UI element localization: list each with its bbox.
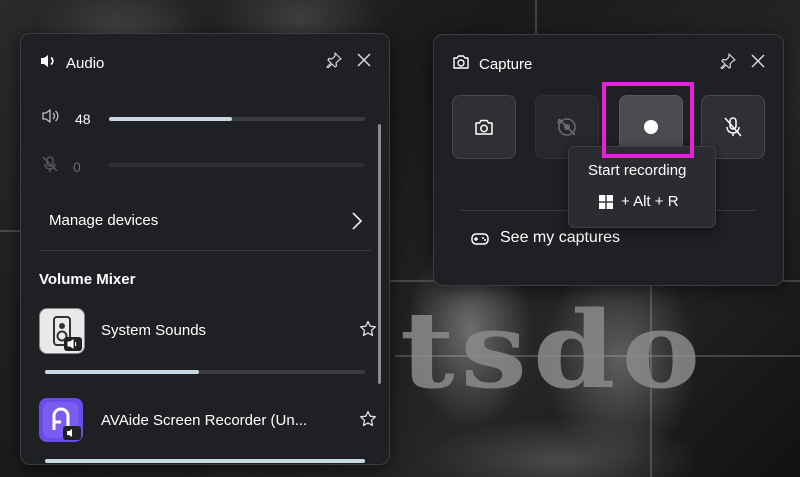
mic-off-icon [724,117,742,137]
close-icon [357,53,371,67]
gallery-icon [471,233,489,245]
tooltip-shortcut: + Alt + R [599,193,679,210]
close-icon [751,54,765,68]
scrollbar[interactable] [378,124,381,384]
system-sounds-icon [39,308,85,354]
mixer-app-volume-slider[interactable] [45,459,365,463]
see-my-captures-label: See my captures [500,229,621,246]
pin-button[interactable] [719,52,737,70]
screenshot-button[interactable] [452,95,516,159]
speaker-icon [39,53,57,73]
mixer-app-volume-fill [45,370,199,374]
background-artwork: tsdo [400,286,707,413]
close-button[interactable] [355,51,373,69]
favorite-star-icon[interactable] [359,320,377,343]
camera-icon [452,54,470,74]
divider [39,250,371,251]
capture-title: Capture [479,55,533,73]
manage-devices-button[interactable]: Manage devices [21,194,373,250]
mic-volume-row: 0 [41,155,99,178]
pin-icon [326,52,342,68]
see-my-captures-link[interactable]: See my captures [470,229,620,247]
audio-panel: Audio 48 0 Manage devices Volume Mixer S… [20,33,390,465]
tooltip-title: Start recording [588,162,687,179]
pin-button[interactable] [325,51,343,69]
mic-muted-icon[interactable] [41,155,59,178]
favorite-star-icon[interactable] [359,410,377,433]
start-recording-tooltip: Start recording + Alt + R [568,146,716,228]
background-line [535,0,537,34]
camera-icon [475,119,493,135]
background-line [0,230,20,232]
mic-volume-value: 0 [73,158,81,175]
mixer-app-volume-fill [45,459,365,463]
audio-header: Audio [39,53,104,73]
volume-mixer-title: Volume Mixer [39,271,136,288]
avaide-icon [39,398,83,442]
speaker-volume-value: 48 [75,110,91,127]
pin-icon [720,53,736,69]
highlight-annotation [602,82,694,158]
mixer-app-row: AVAide Screen Recorder (Un... [39,398,376,446]
speaker-volume-fill [109,117,232,121]
record-history-icon [557,118,576,136]
mixer-app-volume-slider[interactable] [45,370,365,374]
manage-devices-label: Manage devices [49,212,159,229]
mixer-app-name: AVAide Screen Recorder (Un... [101,412,308,429]
speaker-volume-icon[interactable] [41,108,61,129]
speaker-volume-row: 48 [41,108,101,129]
mic-volume-slider[interactable] [109,163,365,167]
mixer-app-name: System Sounds [101,322,207,339]
mixer-app-row: System Sounds [39,308,376,356]
tooltip-shortcut-text: + Alt + R [621,193,679,210]
speaker-volume-slider[interactable] [109,117,365,121]
audio-title: Audio [66,54,105,72]
chevron-right-icon [351,212,363,235]
close-button[interactable] [749,52,767,70]
windows-key-icon [599,194,613,209]
capture-header: Capture [452,54,532,74]
